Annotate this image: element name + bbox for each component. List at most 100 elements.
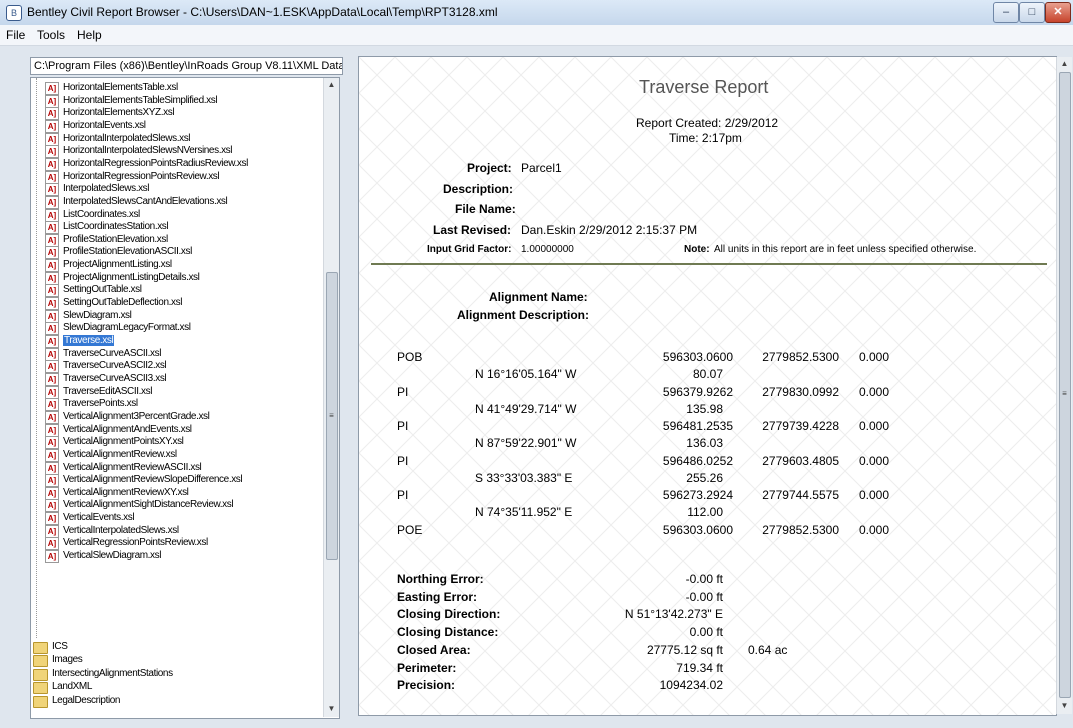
tree-folder-item[interactable]: ICS xyxy=(33,641,68,654)
report-view[interactable]: Traverse Report Report Created: 2/29/201… xyxy=(358,56,1057,716)
tree-file-item[interactable]: A] ListCoordinatesStation.xsl xyxy=(45,221,169,235)
file-tree[interactable]: A] HorizontalElementsTable.xsl A] Horizonta… xyxy=(30,77,340,719)
course-bearing: N 87°59'22.901" W xyxy=(475,436,577,451)
tree-file-label: TraversePoints.xsl xyxy=(63,398,138,410)
summary-value: -0.00 ft xyxy=(685,589,723,604)
scroll-up-arrow-icon[interactable]: ▲ xyxy=(324,78,339,92)
xsl-file-icon: A] xyxy=(45,145,59,159)
scroll-down-arrow-icon[interactable]: ▼ xyxy=(324,702,339,716)
tree-file-label: ProfileStationElevationASCII.xsl xyxy=(63,246,192,258)
tree-file-item[interactable]: A] TraverseEditASCII.xsl xyxy=(45,385,152,399)
report-time: Time: 2:17pm xyxy=(669,131,742,145)
tree-file-item[interactable]: A] VerticalAlignment3PercentGrade.xsl xyxy=(45,410,210,424)
xsl-file-icon: A] xyxy=(45,347,59,361)
tree-file-item[interactable]: A] VerticalAlignmentSightDistanceReview.x… xyxy=(45,499,234,513)
tree-file-item[interactable]: A] TraversePoints.xsl xyxy=(45,398,138,412)
tree-file-item[interactable]: A] HorizontalRegressionPointsReview.xsl xyxy=(45,170,220,184)
tree-file-item[interactable]: A] InterpolatedSlewsCantAndElevations.xsl xyxy=(45,195,228,209)
point-easting: 2779830.0992 xyxy=(762,384,839,399)
tree-file-label: VerticalAlignmentReviewXY.xsl xyxy=(63,486,189,498)
app-icon: B xyxy=(6,5,22,21)
maximize-button[interactable]: □ xyxy=(1019,2,1045,23)
tree-file-item[interactable]: A] HorizontalElementsTable.xsl xyxy=(45,82,178,95)
summary-label: Precision: xyxy=(397,678,456,693)
tree-file-item[interactable]: A] ProjectAlignmentListing.xsl xyxy=(45,259,172,273)
tree-file-item[interactable]: A] VerticalAlignmentReview.xsl xyxy=(45,448,177,462)
tree-file-item[interactable]: A] HorizontalInterpolatedSlews.xsl xyxy=(45,132,191,146)
tree-file-item[interactable]: A] VerticalAlignmentReviewASCII.xsl xyxy=(45,461,202,475)
xsl-file-icon: A] xyxy=(45,461,59,475)
xsl-file-icon: A] xyxy=(45,170,59,184)
tree-file-item[interactable]: A] SlewDiagram.xsl xyxy=(45,309,132,323)
point-northing: 596379.9262 xyxy=(662,384,733,399)
tree-file-item[interactable]: A] HorizontalElementsXYZ.xsl xyxy=(45,107,175,121)
xsl-file-icon: A] xyxy=(45,157,59,171)
tree-file-label: HorizontalInterpolatedSlewsNVersines.xsl xyxy=(63,145,233,157)
menu-file[interactable]: File xyxy=(6,28,25,42)
xsl-file-icon: A] xyxy=(45,94,59,108)
tree-file-item[interactable]: A] VerticalAlignmentReviewXY.xsl xyxy=(45,486,189,500)
summary-label: Closed Area: xyxy=(397,642,471,657)
report-scroll-down-arrow-icon[interactable]: ▼ xyxy=(1057,699,1072,713)
menu-tools[interactable]: Tools xyxy=(37,28,65,42)
tree-file-item[interactable]: A] VerticalSlewDiagram.xsl xyxy=(45,550,161,564)
tree-folder-item[interactable]: LandXML xyxy=(33,681,92,695)
tree-folder-label: ICS xyxy=(52,641,68,652)
report-created: Report Created: 2/29/2012 xyxy=(636,116,779,130)
tree-folder-item[interactable]: LegalDescription xyxy=(33,695,120,708)
tree-file-item[interactable]: A] TraverseCurveASCII2.xsl xyxy=(45,360,167,374)
tree-file-item[interactable]: A] HorizontalElementsTableSimplified.xsl xyxy=(45,94,218,108)
point-elevation: 0.000 xyxy=(858,523,889,537)
point-northing: 596273.2924 xyxy=(662,488,733,503)
report-scrollbar-thumb[interactable] xyxy=(1059,72,1071,698)
project-value: Parcel1 xyxy=(521,161,562,175)
tree-file-item[interactable]: A] VerticalAlignmentPointsXY.xsl xyxy=(45,436,184,450)
xsl-file-icon: A] xyxy=(45,119,59,133)
tree-scrollbar[interactable]: ▲ ≡ ▼ xyxy=(323,78,339,717)
grid-factor-label: Input Grid Factor: xyxy=(427,244,512,255)
report-scroll-up-arrow-icon[interactable]: ▲ xyxy=(1057,57,1072,71)
report-scrollbar[interactable]: ▲ ≡ ▼ xyxy=(1056,57,1072,714)
folder-path-field[interactable]: C:\Program Files (x86)\Bentley\InRoads G… xyxy=(30,57,343,75)
tree-file-item[interactable]: A] ListCoordinates.xsl xyxy=(45,208,140,222)
tree-file-item[interactable]: A] SlewDiagramLegacyFormat.xsl xyxy=(45,322,191,336)
xsl-file-icon: A] xyxy=(45,82,59,95)
tree-file-item[interactable]: A] Traverse.xsl xyxy=(45,335,115,348)
menu-bar: File Tools Help xyxy=(0,25,1073,46)
tree-file-item[interactable]: A] ProjectAlignmentListingDetails.xsl xyxy=(45,271,200,285)
summary-label: Northing Error: xyxy=(397,572,484,586)
tree-file-item[interactable]: A] ProfileStationElevationASCII.xsl xyxy=(45,246,192,260)
tree-file-item[interactable]: A] TraverseCurveASCII3.xsl xyxy=(45,372,167,386)
tree-file-item[interactable]: A] VerticalAlignmentAndEvents.xsl xyxy=(45,423,192,437)
tree-file-item[interactable]: A] VerticalInterpolatedSlews.xsl xyxy=(45,524,179,538)
tree-folder-item[interactable]: Images xyxy=(33,654,83,668)
tree-file-item[interactable]: A] HorizontalRegressionPointsRadiusReview… xyxy=(45,157,248,171)
xsl-file-icon: A] xyxy=(45,512,59,526)
close-button[interactable]: ✕ xyxy=(1045,2,1071,23)
tree-file-label: VerticalAlignmentReviewSlopeDifference.x… xyxy=(63,474,243,486)
tree-file-item[interactable]: A] InterpolatedSlews.xsl xyxy=(45,183,149,197)
course-bearing: S 33°33'03.383" E xyxy=(475,470,573,485)
tree-file-item[interactable]: A] VerticalRegressionPointsReview.xsl xyxy=(45,537,208,551)
folder-icon xyxy=(33,695,48,708)
minimize-button[interactable]: – xyxy=(993,2,1019,23)
point-name: POB xyxy=(397,350,423,364)
tree-file-item[interactable]: A] VerticalEvents.xsl xyxy=(45,512,135,526)
tree-file-label: Traverse.xsl xyxy=(63,335,115,346)
tree-file-item[interactable]: A] VerticalAlignmentReviewSlopeDifference… xyxy=(45,474,243,488)
description-label: Description: xyxy=(443,182,514,196)
tree-file-item[interactable]: A] HorizontalInterpolatedSlewsNVersines.x… xyxy=(45,145,233,159)
summary-value: 719.34 ft xyxy=(676,660,723,675)
menu-help[interactable]: Help xyxy=(77,28,102,42)
tree-file-item[interactable]: A] SettingOutTableDeflection.xsl xyxy=(45,297,182,311)
last-revised-value: Dan.Eskin 2/29/2012 2:15:37 PM xyxy=(521,223,698,237)
point-name: POE xyxy=(397,523,423,537)
title-bar[interactable]: B Bentley Civil Report Browser - C:\User… xyxy=(0,0,1073,26)
xsl-file-icon: A] xyxy=(45,233,59,247)
point-elevation: 0.000 xyxy=(858,488,889,503)
tree-file-item[interactable]: A] SettingOutTable.xsl xyxy=(45,284,142,298)
tree-file-item[interactable]: A] HorizontalEvents.xsl xyxy=(45,119,146,133)
tree-folder-item[interactable]: IntersectingAlignmentStations xyxy=(33,668,173,681)
tree-file-item[interactable]: A] TraverseCurveASCII.xsl xyxy=(45,347,161,361)
tree-file-item[interactable]: A] ProfileStationElevation.xsl xyxy=(45,233,168,247)
